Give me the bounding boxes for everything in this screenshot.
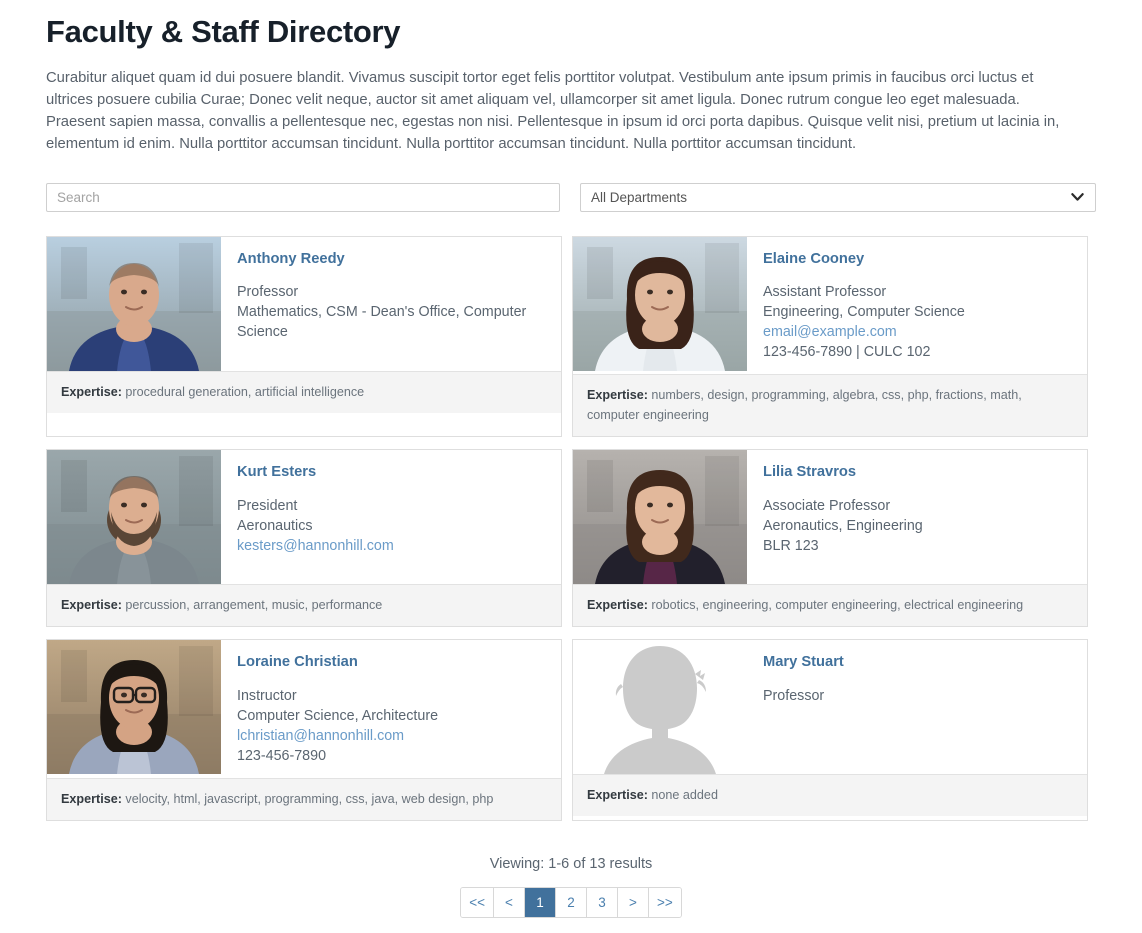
person-expertise: Expertise: numbers, design, programming,… (573, 374, 1087, 437)
person-expertise: Expertise: procedural generation, artifi… (47, 370, 561, 413)
person-departments: Engineering, Computer Science (763, 304, 965, 321)
expertise-label: Expertise: (61, 792, 122, 807)
pagination-first[interactable]: << (461, 888, 494, 918)
person-name-link[interactable]: Lilia Stravros (763, 464, 1071, 482)
person-title: Associate Professor (763, 498, 891, 515)
department-select-value: All Departments (591, 189, 688, 205)
pagination-page-2[interactable]: 2 (556, 888, 587, 918)
person-expertise: Expertise: robotics, engineering, comput… (573, 584, 1087, 627)
intro-paragraph: Curabitur aliquet quam id dui posuere bl… (46, 69, 1060, 152)
person-departments: Aeronautics, Engineering (763, 518, 923, 535)
person-card-body: Mary Stuart Professor (573, 640, 1087, 775)
person-name-link[interactable]: Elaine Cooney (763, 251, 1071, 269)
person-card-body: Elaine Cooney Assistant Professor Enginee… (573, 236, 1087, 375)
expertise-values: velocity, html, javascript, programming,… (125, 792, 494, 807)
expertise-label: Expertise: (61, 384, 122, 399)
person-card-body: Kurt Esters President Aeronautics kesters@… (47, 450, 561, 585)
expertise-values: robotics, engineering, computer engineer… (651, 598, 1024, 613)
expertise-values: procedural generation, artificial intell… (125, 384, 365, 399)
pagination-page-1[interactable]: 1 (525, 888, 556, 918)
results-count: Viewing: 1-6 of 13 results (489, 856, 653, 873)
person-card: Elaine Cooney Assistant Professor Enginee… (572, 235, 1088, 438)
person-title: Professor (237, 284, 299, 301)
filter-controls: All Departments (46, 182, 1096, 212)
expertise-label: Expertise: (61, 598, 122, 613)
person-details: Anthony Reedy Professor Mathematics, CSM … (221, 237, 561, 371)
search-input[interactable] (46, 182, 560, 212)
person-email-link[interactable]: kesters@hannonhill.com (237, 536, 545, 556)
person-departments: Mathematics, CSM - Dean's Office, Comput… (237, 304, 527, 341)
person-card: Kurt Esters President Aeronautics kesters@… (46, 449, 562, 628)
expertise-values: numbers, design, programming, algebra, c… (587, 388, 1022, 423)
person-title: Assistant Professor (763, 284, 887, 301)
person-photo (47, 640, 221, 775)
person-contact: 123-456-7890 (237, 748, 327, 765)
person-details: Kurt Esters President Aeronautics kesters@… (221, 450, 561, 584)
person-details: Lilia Stravros Associate Professor Aerona… (747, 450, 1087, 584)
person-expertise: Expertise: velocity, html, javascript, p… (47, 778, 561, 821)
person-name-link[interactable]: Mary Stuart (763, 654, 1071, 672)
person-photo (573, 450, 747, 585)
person-card-body: Lilia Stravros Associate Professor Aerona… (573, 450, 1087, 585)
person-card: Loraine Christian Instructor Computer Sci… (46, 639, 562, 822)
person-contact: BLR 123 (763, 538, 819, 555)
person-details: Elaine Cooney Assistant Professor Enginee… (747, 237, 1087, 375)
person-title: Instructor (237, 688, 297, 705)
person-email-link[interactable]: lchristian@hannonhill.com (237, 726, 545, 746)
person-card-body: Anthony Reedy Professor Mathematics, CSM … (47, 236, 561, 371)
department-filter-wrapper: All Departments (580, 182, 1096, 212)
person-card: Mary Stuart Professor Expertise: none ad… (572, 639, 1088, 822)
expertise-label: Expertise: (587, 388, 648, 403)
person-contact: 123-456-7890 | CULC 102 (763, 344, 931, 361)
page-title: Faculty & Staff Directory (46, 14, 401, 49)
person-expertise: Expertise: percussion, arrangement, musi… (47, 584, 561, 627)
person-expertise: Expertise: none added (573, 774, 1087, 817)
expertise-values: none added (651, 788, 718, 803)
pagination-last[interactable]: >> (649, 888, 681, 918)
person-title: Professor (763, 688, 825, 705)
person-name-link[interactable]: Kurt Esters (237, 464, 545, 482)
search-field-wrapper (46, 182, 560, 212)
person-name-link[interactable]: Loraine Christian (237, 654, 545, 672)
person-details: Loraine Christian Instructor Computer Sci… (221, 640, 561, 778)
expertise-label: Expertise: (587, 788, 648, 803)
person-name-link[interactable]: Anthony Reedy (237, 251, 545, 269)
person-card: Anthony Reedy Professor Mathematics, CSM … (46, 235, 562, 438)
pagination-group: << <1 2 3 > >> (460, 887, 682, 919)
directory-page: Faculty & Staff Directory Curabitur aliq… (0, 0, 1142, 919)
person-photo (573, 236, 747, 371)
pagination: << <1 2 3 > >> (46, 887, 1096, 919)
pagination-previous[interactable]: < (494, 888, 525, 918)
avatar-placeholder-icon (573, 640, 747, 775)
directory-card-grid: Anthony Reedy Professor Mathematics, CSM … (46, 235, 1096, 822)
pagination-page-3[interactable]: 3 (587, 888, 618, 918)
person-photo (47, 236, 221, 371)
department-select[interactable]: All Departments (580, 182, 1096, 212)
person-details: Mary Stuart Professor (747, 640, 1087, 774)
person-photo (47, 450, 221, 585)
person-email-link[interactable]: email@example.com (763, 322, 1071, 342)
expertise-label: Expertise: (587, 598, 648, 613)
expertise-values: percussion, arrangement, music, performa… (125, 598, 383, 613)
person-card-body: Loraine Christian Instructor Computer Sci… (47, 640, 561, 778)
person-title: President (237, 498, 298, 515)
person-departments: Computer Science, Architecture (237, 708, 439, 725)
person-card: Lilia Stravros Associate Professor Aerona… (572, 449, 1088, 628)
person-departments: Aeronautics (237, 518, 313, 535)
pagination-next[interactable]: > (618, 888, 649, 918)
